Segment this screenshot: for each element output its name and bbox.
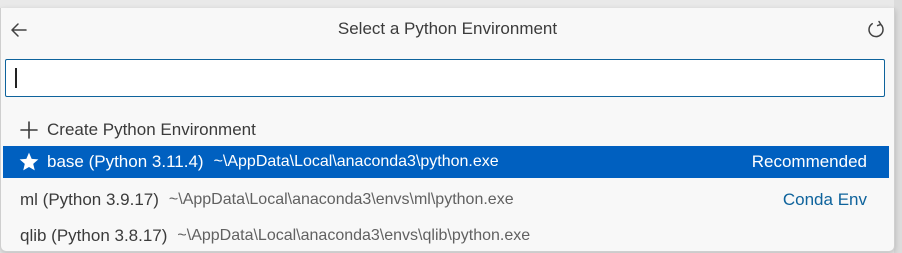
list-item-base[interactable]: base (Python 3.11.4) ~\AppData\Local\ana… (3, 146, 889, 178)
text-cursor (15, 68, 17, 88)
list-item-qlib[interactable]: qlib (Python 3.8.17) ~\AppData\Local\ana… (3, 220, 889, 252)
conda-env-badge: Conda Env (782, 190, 867, 209)
list-item-path: ~\AppData\Local\anaconda3\envs\qlib\pyth… (177, 227, 531, 244)
list-item-label: base (Python 3.11.4) (47, 152, 204, 171)
search-input[interactable] (20, 64, 874, 94)
list-item-path: ~\AppData\Local\anaconda3\envs\ml\python… (168, 191, 514, 208)
list-item-label: ml (Python 3.9.17) (20, 190, 159, 209)
editor-backdrop (894, 0, 902, 253)
list-item-label: Create Python Environment (47, 120, 256, 139)
star-icon (17, 150, 41, 174)
page-title: Select a Python Environment (337, 19, 558, 38)
list-item-path: ~\AppData\Local\anaconda3\python.exe (213, 153, 499, 170)
quick-pick-panel: Select a Python Environment Create Pytho… (0, 8, 895, 252)
refresh-button[interactable] (862, 16, 890, 44)
list-item-label: qlib (Python 3.8.17) (20, 226, 168, 245)
list-item-ml[interactable]: ml (Python 3.9.17) ~\AppData\Local\anaco… (3, 184, 889, 216)
plus-icon (17, 118, 41, 142)
quick-pick-titlebar: Select a Python Environment (1, 8, 894, 52)
refresh-icon (868, 20, 884, 38)
recommended-badge: Recommended (751, 152, 867, 171)
list-item-create-environment[interactable]: Create Python Environment (3, 114, 889, 146)
search-field[interactable] (5, 59, 885, 97)
